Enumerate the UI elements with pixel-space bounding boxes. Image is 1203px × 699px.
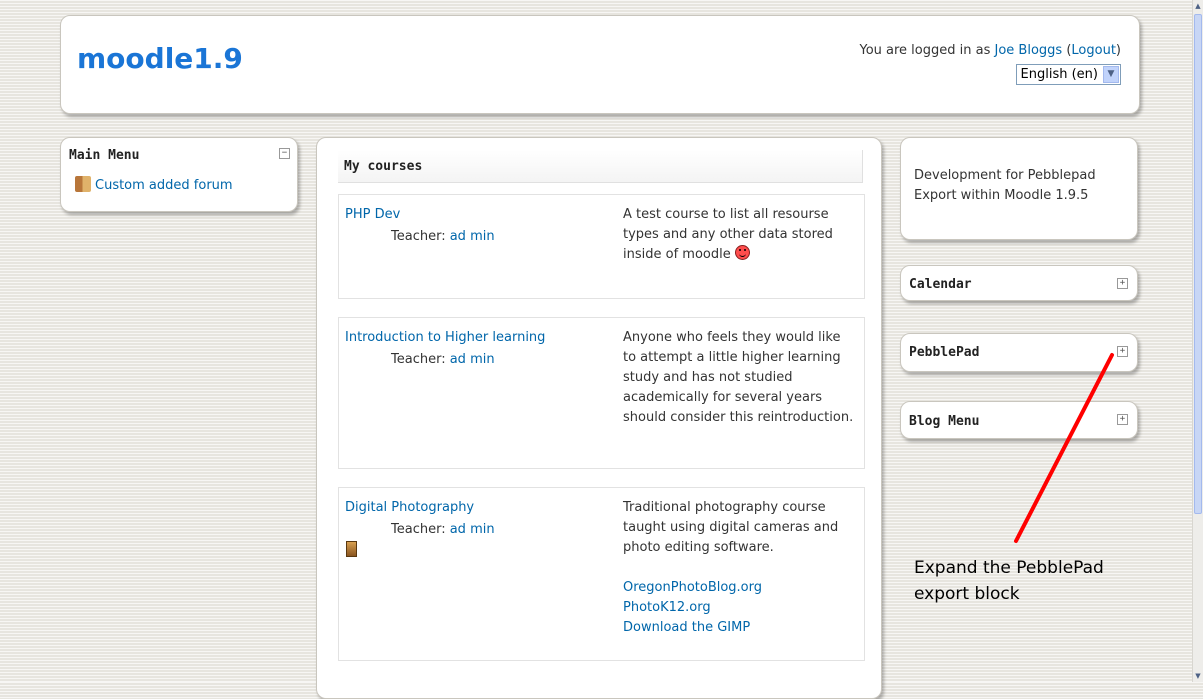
login-info: You are logged in as Joe Bloggs (Logout)	[859, 43, 1121, 58]
description-block: Development for Pebblepad Export within …	[900, 137, 1138, 240]
blog-menu-title[interactable]: Blog Menu	[909, 414, 979, 429]
scroll-up-icon[interactable]: ▲	[1193, 0, 1203, 12]
teacher-link[interactable]: ad min	[450, 229, 495, 244]
expand-icon[interactable]: +	[1117, 414, 1128, 425]
site-name[interactable]: moodle1.9	[77, 42, 243, 75]
blog-menu-block: Blog Menu +	[900, 401, 1138, 439]
scrollbar-thumb[interactable]	[1194, 14, 1202, 514]
language-select[interactable]: English (en) ▼	[1015, 64, 1121, 85]
site-header: moodle1.9 You are logged in as Joe Blogg…	[60, 15, 1140, 114]
pebblepad-title[interactable]: PebblePad	[909, 345, 979, 360]
user-profile-link[interactable]: Joe Bloggs	[995, 43, 1063, 58]
course-item: Digital Photography Teacher: ad min Trad…	[338, 487, 865, 661]
expand-icon[interactable]: +	[1117, 346, 1128, 357]
my-courses-title: My courses	[344, 159, 423, 174]
course-teacher: Teacher: ad min	[391, 522, 495, 537]
teacher-link[interactable]: ad min	[450, 352, 495, 367]
language-selected: English (en)	[1020, 67, 1098, 82]
annotation-text: Expand the PebblePad export block	[914, 558, 1104, 604]
description-text: Development for Pebblepad Export within …	[914, 168, 1096, 203]
main-menu-item-label[interactable]: Custom added forum	[95, 178, 233, 193]
course-item: Introduction to Higher learning Teacher:…	[338, 317, 865, 469]
my-courses-header: My courses	[338, 150, 863, 183]
pebblepad-block: PebblePad +	[900, 333, 1138, 372]
course-name-link[interactable]: PHP Dev	[345, 207, 400, 222]
main-menu-title: Main Menu	[69, 148, 140, 163]
course-summary: A test course to list all resourse types…	[623, 207, 833, 262]
chevron-down-icon[interactable]: ▼	[1103, 66, 1119, 83]
teacher-link[interactable]: ad min	[450, 522, 495, 537]
forum-icon	[75, 176, 91, 192]
course-external-link[interactable]: Download the GIMP	[623, 618, 857, 638]
scroll-down-icon[interactable]: ▼	[1193, 670, 1203, 682]
expand-icon[interactable]: +	[1117, 278, 1128, 289]
course-external-link[interactable]: PhotoK12.org	[623, 598, 857, 618]
course-external-link[interactable]: OregonPhotoBlog.org	[623, 578, 857, 598]
course-item: PHP Dev Teacher: ad min A test course to…	[338, 194, 865, 299]
smiley-icon	[734, 245, 750, 260]
login-prefix: You are logged in as	[859, 43, 995, 58]
course-summary: Anyone who feels they would like to atte…	[623, 330, 854, 425]
course-teacher: Teacher: ad min	[391, 352, 495, 367]
course-image-icon	[346, 541, 357, 557]
calendar-block: Calendar +	[900, 265, 1138, 301]
collapse-icon[interactable]: −	[279, 148, 290, 159]
course-teacher: Teacher: ad min	[391, 229, 495, 244]
course-summary: Traditional photography course taught us…	[623, 498, 857, 638]
course-name-link[interactable]: Digital Photography	[345, 500, 474, 515]
main-menu-item-forum[interactable]: Custom added forum	[75, 176, 233, 193]
course-name-link[interactable]: Introduction to Higher learning	[345, 330, 545, 345]
annotation-line	[1014, 353, 1114, 543]
page-scrollbar[interactable]: ▲ ▼	[1192, 0, 1203, 682]
logout-link[interactable]: Logout	[1071, 43, 1116, 58]
main-menu-block: Main Menu − Custom added forum	[60, 137, 298, 212]
calendar-title[interactable]: Calendar	[909, 277, 972, 292]
